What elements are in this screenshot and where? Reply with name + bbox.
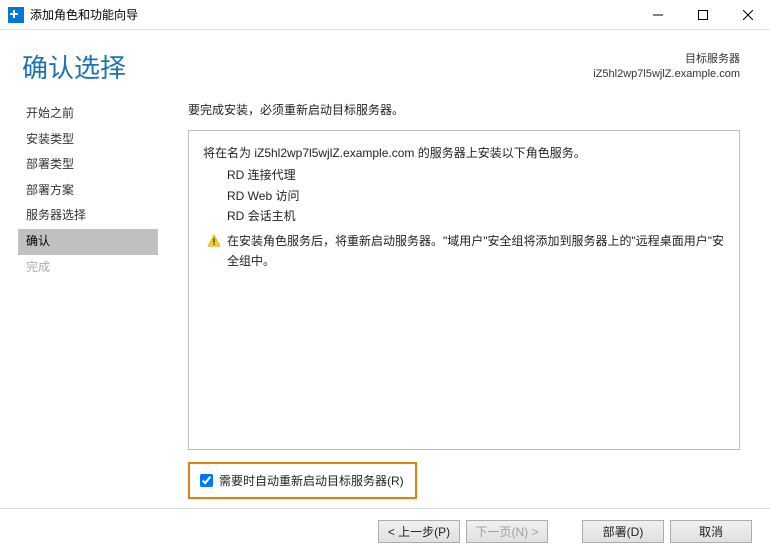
role-item: RD Web 访问 — [227, 186, 725, 206]
deploy-button[interactable]: 部署(D) — [582, 520, 664, 543]
content-pane: 要完成安装，必须重新启动目标服务器。 将在名为 iZ5hl2wp7l5wjlZ.… — [158, 93, 770, 523]
app-icon — [8, 7, 24, 23]
info-box: 将在名为 iZ5hl2wp7l5wjlZ.example.com 的服务器上安装… — [188, 130, 740, 450]
nav-confirmation[interactable]: 确认 — [18, 229, 158, 255]
role-item: RD 连接代理 — [227, 165, 725, 185]
restart-checkbox-row[interactable]: 需要时自动重新启动目标服务器(R) — [188, 462, 417, 499]
install-summary-line: 将在名为 iZ5hl2wp7l5wjlZ.example.com 的服务器上安装… — [203, 143, 725, 163]
target-server-info: 目标服务器 iZ5hl2wp7l5wjlZ.example.com — [593, 52, 740, 83]
warning-icon — [207, 234, 221, 248]
page-title: 确认选择 — [22, 48, 593, 85]
footer: < 上一步(P) 下一页(N) > 部署(D) 取消 — [0, 508, 770, 554]
restart-checkbox-label: 需要时自动重新启动目标服务器(R) — [219, 472, 404, 489]
warning-text: 在安装角色服务后，将重新启动服务器。"域用户"安全组将添加到服务器上的"远程桌面… — [227, 231, 725, 272]
nav-server-selection[interactable]: 服务器选择 — [22, 203, 158, 229]
nav-deployment-scenario[interactable]: 部署方案 — [22, 178, 158, 204]
next-button: 下一页(N) > — [466, 520, 548, 543]
titlebar: 添加角色和功能向导 — [0, 0, 770, 30]
nav-deployment-type[interactable]: 部署类型 — [22, 152, 158, 178]
role-item: RD 会话主机 — [227, 206, 725, 226]
minimize-button[interactable] — [635, 0, 680, 30]
cancel-button[interactable]: 取消 — [670, 520, 752, 543]
nav-installation-type[interactable]: 安装类型 — [22, 127, 158, 153]
nav-before-you-begin[interactable]: 开始之前 — [22, 101, 158, 127]
sidebar: 开始之前 安装类型 部署类型 部署方案 服务器选择 确认 完成 — [0, 93, 158, 523]
window-title: 添加角色和功能向导 — [30, 6, 138, 23]
nav-results: 完成 — [22, 255, 158, 281]
previous-button[interactable]: < 上一步(P) — [378, 520, 460, 543]
warning-row: 在安装角色服务后，将重新启动服务器。"域用户"安全组将添加到服务器上的"远程桌面… — [203, 231, 725, 272]
description-text: 要完成安装，必须重新启动目标服务器。 — [188, 101, 740, 118]
header: 确认选择 目标服务器 iZ5hl2wp7l5wjlZ.example.com — [0, 30, 770, 93]
restart-checkbox[interactable] — [200, 474, 213, 487]
maximize-button[interactable] — [680, 0, 725, 30]
target-value: iZ5hl2wp7l5wjlZ.example.com — [593, 67, 740, 82]
close-button[interactable] — [725, 0, 770, 30]
role-list: RD 连接代理 RD Web 访问 RD 会话主机 — [227, 165, 725, 226]
target-label: 目标服务器 — [593, 52, 740, 67]
